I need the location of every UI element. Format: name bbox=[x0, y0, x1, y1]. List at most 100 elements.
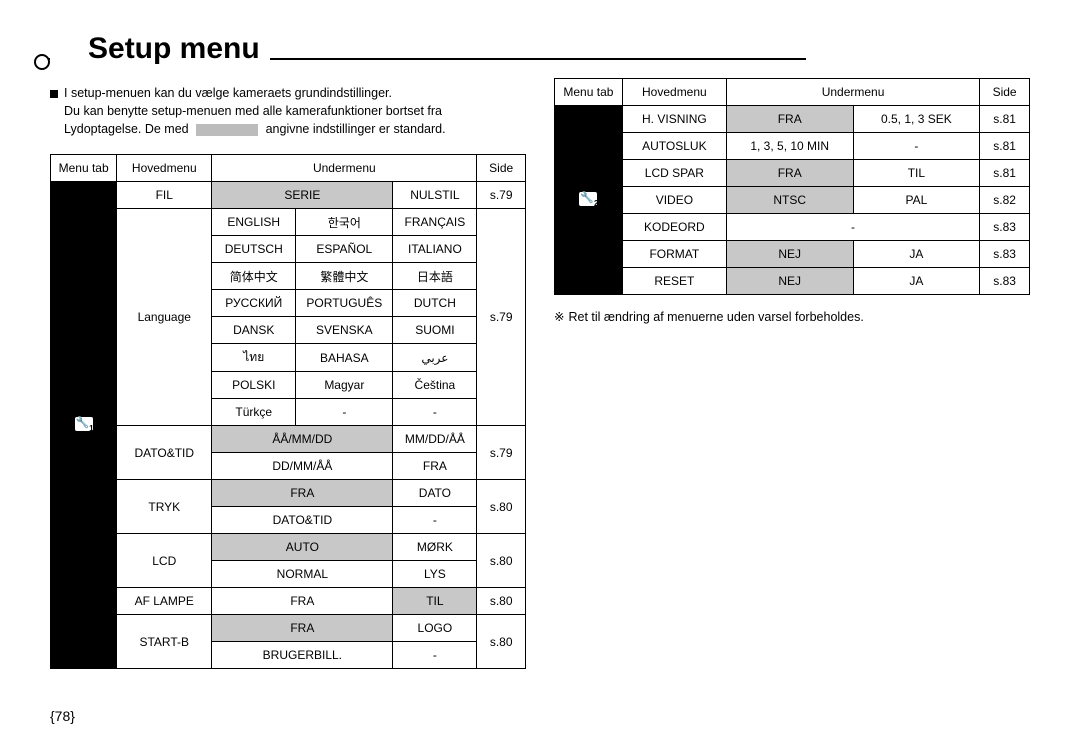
cell: - bbox=[393, 507, 477, 534]
cell: BRUGERBILL. bbox=[212, 642, 393, 669]
cell: KODEORD bbox=[622, 214, 726, 241]
hdr-main: Hovedmenu bbox=[117, 155, 212, 182]
cell: - bbox=[393, 642, 477, 669]
lang-cell: SUOMI bbox=[393, 317, 477, 344]
table-row: Language ENGLISH한국어FRANÇAIS s.79 bbox=[51, 209, 526, 236]
cell-page: s.83 bbox=[980, 241, 1030, 268]
table-row: START-B FRALOGO s.80 bbox=[51, 615, 526, 642]
lang-cell: Magyar bbox=[296, 372, 393, 399]
cell-page: s.80 bbox=[477, 480, 526, 534]
cell: FRA bbox=[212, 480, 393, 507]
cell-page: s.81 bbox=[980, 106, 1030, 133]
cell: NEJ bbox=[726, 241, 853, 268]
cell: FRA bbox=[726, 106, 853, 133]
table-row: VIDEONTSCPALs.82 bbox=[555, 187, 1030, 214]
lang-cell: - bbox=[393, 399, 477, 426]
cell: DD/MM/ÅÅ bbox=[212, 453, 393, 480]
cell-nulstil: NULSTIL bbox=[393, 182, 477, 209]
default-marker-icon bbox=[196, 124, 258, 136]
lang-cell: ไทย bbox=[212, 344, 296, 372]
cell: NTSC bbox=[726, 187, 853, 214]
lang-cell: DUTCH bbox=[393, 290, 477, 317]
table-row: 2H. VISNINGFRA0.5, 1, 3 SEKs.81 bbox=[555, 106, 1030, 133]
cell: TIL bbox=[853, 160, 980, 187]
cell: NORMAL bbox=[212, 561, 393, 588]
cell-startb: START-B bbox=[117, 615, 212, 669]
cell-page: s.83 bbox=[980, 214, 1030, 241]
cell: TIL bbox=[393, 588, 477, 615]
bullet-icon bbox=[50, 90, 58, 98]
cell: VIDEO bbox=[622, 187, 726, 214]
wrench-icon: 1 bbox=[75, 417, 93, 431]
wrench-icon: 2 bbox=[579, 192, 597, 206]
right-column: Menu tab Hovedmenu Undermenu Side 2H. VI… bbox=[554, 78, 1030, 669]
cell: MØRK bbox=[393, 534, 477, 561]
lang-cell: SVENSKA bbox=[296, 317, 393, 344]
intro-line2b: Lydoptagelse. De med bbox=[64, 122, 189, 136]
hdr-page: Side bbox=[477, 155, 526, 182]
table-row: AF LAMPE FRATIL s.80 bbox=[51, 588, 526, 615]
cell: FRA bbox=[726, 160, 853, 187]
cell: DATO bbox=[393, 480, 477, 507]
hdr-main: Hovedmenu bbox=[622, 79, 726, 106]
cell: LCD SPAR bbox=[622, 160, 726, 187]
cell: FRA bbox=[212, 588, 393, 615]
lang-cell: ITALIANO bbox=[393, 236, 477, 263]
title-area: Setup menu bbox=[50, 32, 1030, 66]
table-row: KODEORD-s.83 bbox=[555, 214, 1030, 241]
lang-cell: FRANÇAIS bbox=[393, 209, 477, 236]
hdr-sub: Undermenu bbox=[212, 155, 477, 182]
menu-tab-icon-1: 1 bbox=[51, 182, 117, 669]
hdr-tab: Menu tab bbox=[51, 155, 117, 182]
cell: H. VISNING bbox=[622, 106, 726, 133]
cell-tryk: TRYK bbox=[117, 480, 212, 534]
lang-cell: POLSKI bbox=[212, 372, 296, 399]
cell-page: s.80 bbox=[477, 534, 526, 588]
intro-text: I setup-menuen kan du vælge kameraets gr… bbox=[50, 84, 526, 138]
table-header-row: Menu tab Hovedmenu Undermenu Side bbox=[555, 79, 1030, 106]
cell-language: Language bbox=[117, 209, 212, 426]
cell: LYS bbox=[393, 561, 477, 588]
page-title: Setup menu bbox=[50, 32, 270, 66]
cell-page: s.79 bbox=[477, 426, 526, 480]
menu-tab-icon-2: 2 bbox=[555, 106, 623, 295]
lang-cell: PORTUGUÊS bbox=[296, 290, 393, 317]
table-row: 1 FIL SERIE NULSTIL s.79 bbox=[51, 182, 526, 209]
lang-cell: 한국어 bbox=[296, 209, 393, 236]
cell: LOGO bbox=[393, 615, 477, 642]
table-row: AUTOSLUK1, 3, 5, 10 MIN-s.81 bbox=[555, 133, 1030, 160]
cell: DATO&TID bbox=[212, 507, 393, 534]
lang-cell: 繁體中文 bbox=[296, 263, 393, 290]
lang-cell: DEUTSCH bbox=[212, 236, 296, 263]
lang-cell: - bbox=[296, 399, 393, 426]
cell: FORMAT bbox=[622, 241, 726, 268]
lang-cell: 简体中文 bbox=[212, 263, 296, 290]
cell-page: s.83 bbox=[980, 268, 1030, 295]
intro-line2c: angivne indstillinger er standard. bbox=[266, 122, 446, 136]
table-row: LCD AUTOMØRK s.80 bbox=[51, 534, 526, 561]
cell-page: s.81 bbox=[980, 160, 1030, 187]
cell-serie: SERIE bbox=[212, 182, 393, 209]
lang-cell: Čeština bbox=[393, 372, 477, 399]
hdr-sub: Undermenu bbox=[726, 79, 979, 106]
table-row: FORMATNEJJAs.83 bbox=[555, 241, 1030, 268]
cell-page: s.80 bbox=[477, 588, 526, 615]
cell: PAL bbox=[853, 187, 980, 214]
cell-page: s.81 bbox=[980, 133, 1030, 160]
cell-aflampe: AF LAMPE bbox=[117, 588, 212, 615]
intro-line1: I setup-menuen kan du vælge kameraets gr… bbox=[64, 86, 392, 100]
cell-page: s.82 bbox=[980, 187, 1030, 214]
hdr-page: Side bbox=[980, 79, 1030, 106]
cell: MM/DD/ÅÅ bbox=[393, 426, 477, 453]
lang-cell: عربي bbox=[393, 344, 477, 372]
cell: AUTO bbox=[212, 534, 393, 561]
cell-page: s.79 bbox=[477, 182, 526, 209]
setup-table-2: Menu tab Hovedmenu Undermenu Side 2H. VI… bbox=[554, 78, 1030, 295]
cell: FRA bbox=[393, 453, 477, 480]
cell: ÅÅ/MM/DD bbox=[212, 426, 393, 453]
cell: - bbox=[853, 133, 980, 160]
cell: AUTOSLUK bbox=[622, 133, 726, 160]
footnote-text: Ret til ændring af menuerne uden varsel … bbox=[568, 310, 863, 324]
cell-fil: FIL bbox=[117, 182, 212, 209]
cell: JA bbox=[853, 268, 980, 295]
